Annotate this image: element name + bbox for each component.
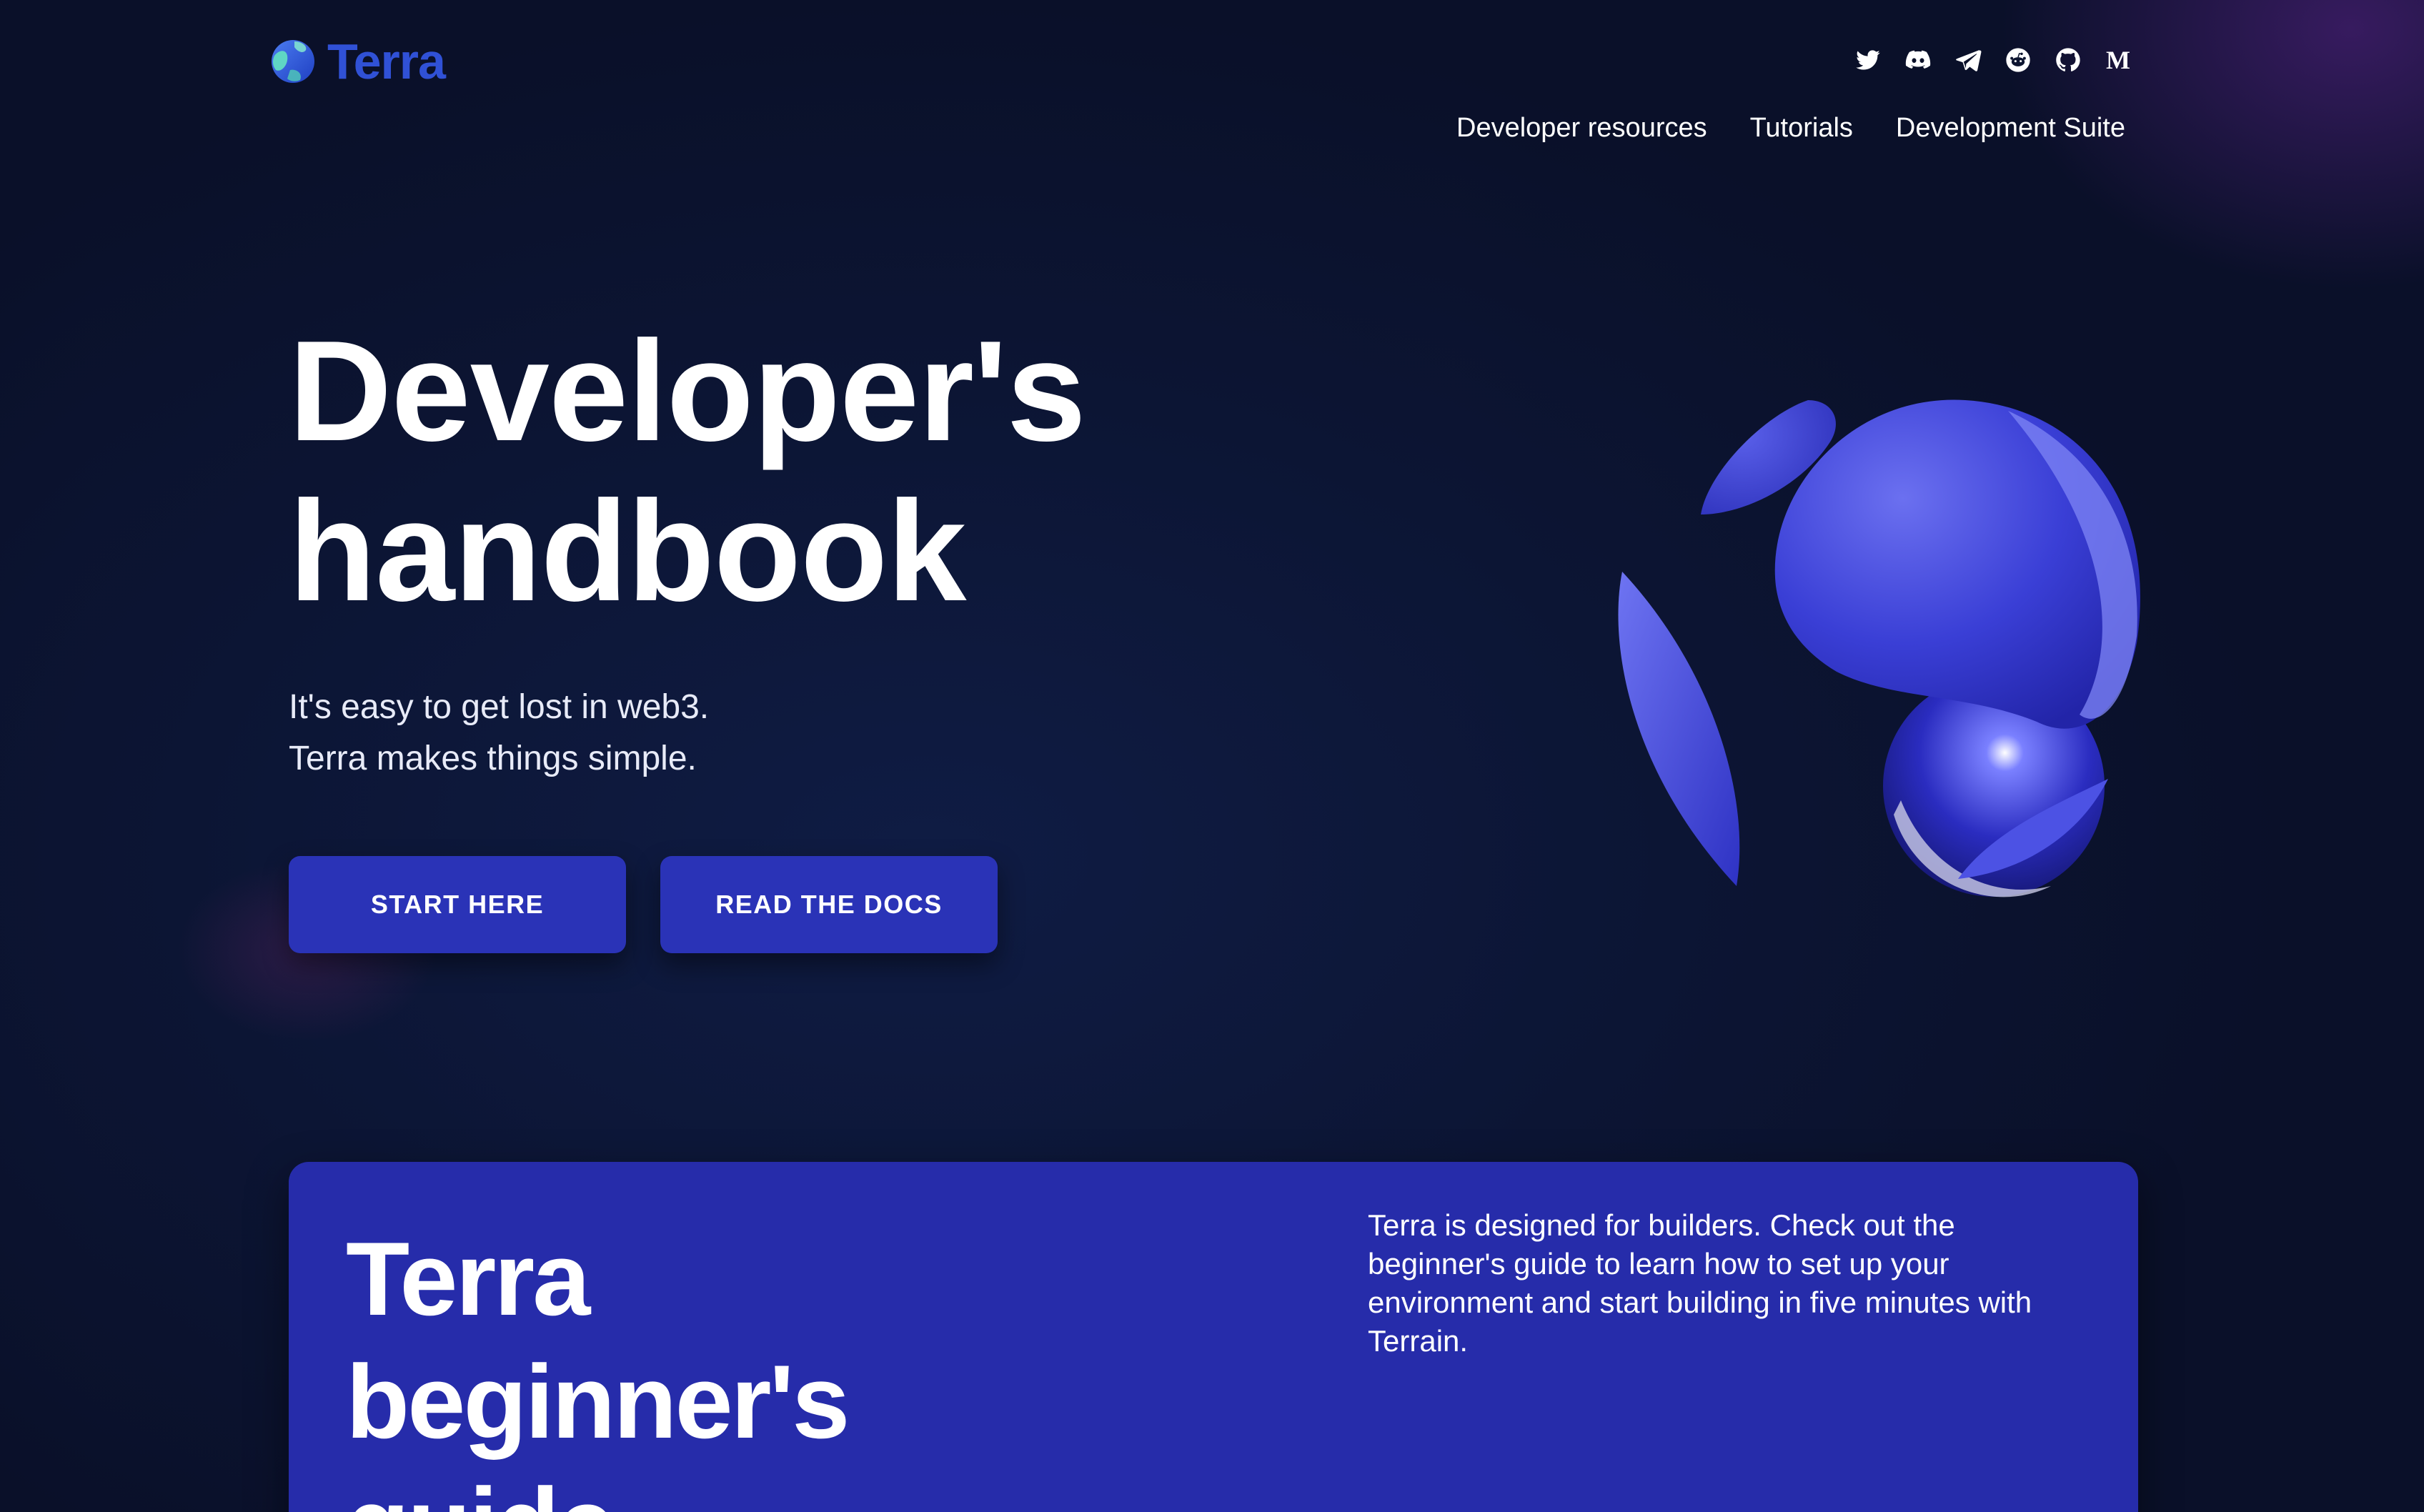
hero-title: Developer's handbook (289, 312, 1289, 632)
page: Terra M Developer resources Tutorials De… (0, 0, 2424, 1512)
card-description: Terra is designed for builders. Check ou… (1368, 1208, 2032, 1358)
card-title-line-1: Terra (346, 1220, 590, 1337)
terra-logo[interactable]: Terra (269, 34, 446, 89)
hero-subtitle-line-2: Terra makes things simple. (289, 740, 697, 777)
hero-subtitle-line-1: It's easy to get lost in web3. (289, 688, 710, 726)
nav-developer-resources[interactable]: Developer resources (1456, 113, 1707, 144)
card-title-line-3: guide (346, 1463, 1132, 1512)
card-title: Terra beginner's guide (346, 1218, 1132, 1512)
social-links: M (1854, 46, 2132, 74)
telegram-icon[interactable] (1954, 46, 1982, 74)
main-nav: Developer resources Tutorials Developmen… (1456, 113, 2125, 144)
github-icon[interactable] (2054, 46, 2082, 74)
medium-icon[interactable]: M (2104, 46, 2132, 74)
start-here-button[interactable]: START HERE (289, 856, 626, 953)
hero-title-line-2: handbook (289, 472, 966, 631)
terra-planet-icon (272, 40, 314, 83)
beginners-guide-card[interactable]: Terra beginner's guide Terra is designed… (289, 1162, 2138, 1512)
logo-text: Terra (327, 34, 446, 89)
hero-subtitle: It's easy to get lost in web3. Terra mak… (289, 682, 709, 785)
card-title-line-2: beginner's (346, 1343, 850, 1460)
discord-icon[interactable] (1904, 46, 1932, 74)
nav-development-suite[interactable]: Development Suite (1896, 113, 2125, 144)
reddit-icon[interactable] (2004, 46, 2032, 74)
nav-tutorials[interactable]: Tutorials (1750, 113, 1853, 144)
twitter-icon[interactable] (1854, 46, 1882, 74)
read-the-docs-button[interactable]: READ THE DOCS (660, 856, 998, 953)
hero-title-line-1: Developer's (289, 312, 1086, 471)
terra-3d-globe-icon (1618, 399, 2140, 897)
